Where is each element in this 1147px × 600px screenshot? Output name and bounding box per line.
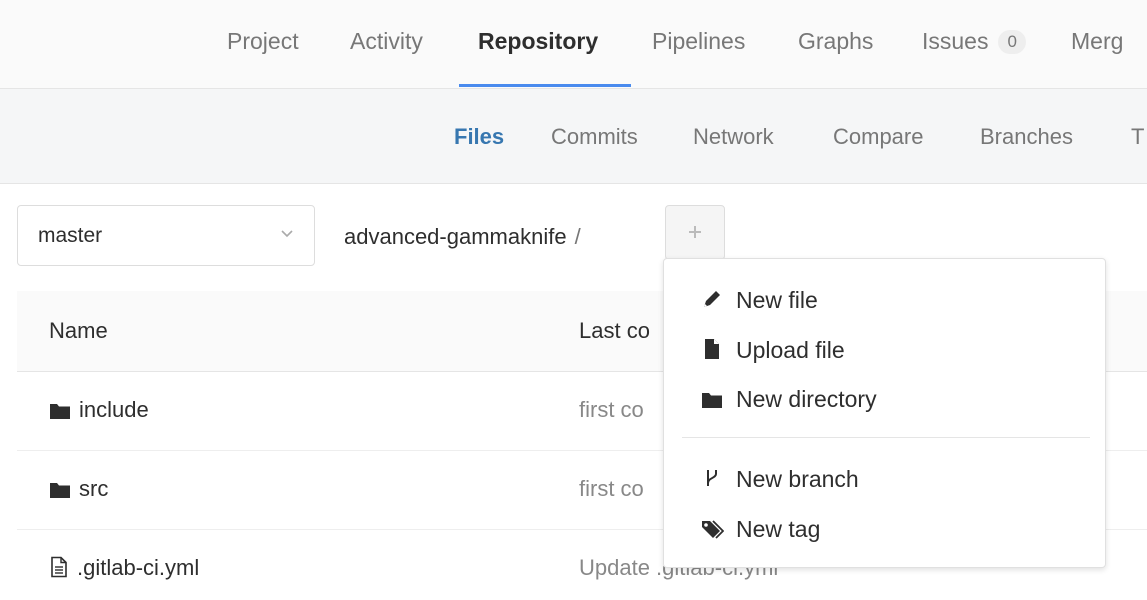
subtab-commits[interactable]: Commits <box>551 124 638 150</box>
breadcrumb-separator: / <box>574 224 581 249</box>
repository-subnav: Files Commits Network Compare Branches T <box>0 89 1147 184</box>
breadcrumb-project[interactable]: advanced-gammaknife <box>344 224 567 249</box>
tab-project[interactable]: Project <box>227 28 299 55</box>
breadcrumb: advanced-gammaknife / <box>344 224 581 250</box>
tab-activity[interactable]: Activity <box>350 28 423 55</box>
tab-pipelines[interactable]: Pipelines <box>652 28 745 55</box>
file-link-gitlab-ci[interactable]: .gitlab-ci.yml <box>49 555 199 581</box>
menu-item-new-tag[interactable]: New tag <box>700 516 820 543</box>
menu-item-new-branch[interactable]: New branch <box>700 466 859 493</box>
column-header-name: Name <box>49 318 108 343</box>
menu-divider <box>682 437 1090 438</box>
tab-issues-label: Issues <box>922 28 989 54</box>
menu-item-label: New branch <box>736 466 859 492</box>
add-to-tree-button[interactable] <box>665 205 725 260</box>
file-link-src[interactable]: src <box>49 476 108 502</box>
branch-selector-value: master <box>38 224 103 247</box>
app-window: Project Activity Repository Pipelines Gr… <box>0 0 1147 600</box>
tab-merge-requests[interactable]: Merg <box>1071 28 1123 55</box>
subtab-tags[interactable]: T <box>1131 124 1144 150</box>
subtab-files[interactable]: Files <box>454 124 504 150</box>
plus-icon <box>689 226 701 238</box>
project-nav: Project Activity Repository Pipelines Gr… <box>0 0 1147 89</box>
folder-icon <box>702 393 722 408</box>
menu-item-new-file[interactable]: New file <box>700 287 818 314</box>
pencil-icon <box>704 291 720 307</box>
last-commit-message[interactable]: first co <box>579 476 644 502</box>
tab-issues[interactable]: Issues 0 <box>922 28 1026 55</box>
menu-item-label: New directory <box>736 386 877 412</box>
code-fork-icon <box>707 470 717 486</box>
active-tab-indicator <box>459 84 631 87</box>
file-text-icon <box>51 556 67 578</box>
issues-count-badge: 0 <box>998 30 1026 54</box>
tags-icon <box>702 520 724 539</box>
menu-item-upload-file[interactable]: Upload file <box>700 337 845 364</box>
subtab-branches[interactable]: Branches <box>980 124 1073 150</box>
file-name: src <box>79 476 109 501</box>
folder-icon <box>50 483 70 498</box>
folder-icon <box>50 404 70 419</box>
subtab-compare[interactable]: Compare <box>833 124 923 150</box>
chevron-down-icon <box>281 230 293 238</box>
file-name: include <box>79 397 149 422</box>
add-to-tree-dropdown: New file Upload file New directory New b… <box>663 258 1106 568</box>
last-commit-message[interactable]: first co <box>579 397 644 423</box>
tab-graphs[interactable]: Graphs <box>798 28 873 55</box>
menu-item-label: New file <box>736 287 818 313</box>
branch-selector[interactable]: master <box>17 205 315 266</box>
file-name: .gitlab-ci.yml <box>77 555 200 580</box>
file-link-include[interactable]: include <box>49 397 149 423</box>
menu-item-label: New tag <box>736 516 821 542</box>
tab-repository[interactable]: Repository <box>478 28 598 55</box>
file-icon <box>705 339 719 359</box>
menu-item-new-directory[interactable]: New directory <box>700 386 877 413</box>
column-header-last-commit: Last co <box>579 318 650 343</box>
menu-item-label: Upload file <box>736 337 845 363</box>
subtab-network[interactable]: Network <box>693 124 774 150</box>
